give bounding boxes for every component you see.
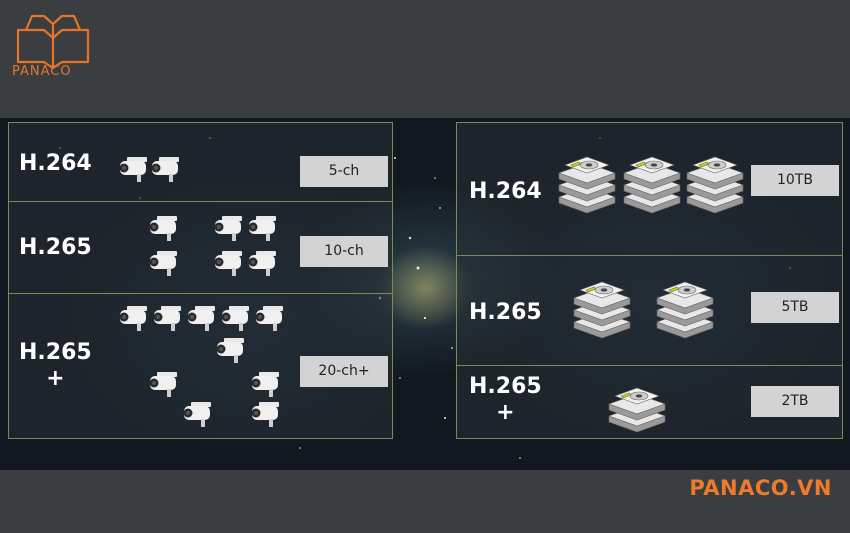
bullet-camera-icon bbox=[183, 402, 211, 427]
storage-panel: H.264 10TB H.265 5TB H.265 + 2TB bbox=[456, 122, 843, 439]
channel-tag: 20-ch+ bbox=[300, 356, 388, 387]
bullet-camera-icon bbox=[119, 157, 147, 182]
hard-disk-stack-icon bbox=[686, 156, 744, 214]
hard-disk-stack-icon bbox=[573, 281, 631, 339]
codec-text: H.265 bbox=[469, 374, 542, 399]
bullet-camera-icon bbox=[248, 216, 276, 241]
right-row-1: H.264 10TB bbox=[457, 123, 842, 255]
codec-label: H.264 bbox=[19, 151, 92, 176]
channel-tag: 10-ch bbox=[300, 236, 388, 267]
comparison-stage: H.264 5-ch H.265 10-ch H.265 + 20-ch+ H.… bbox=[0, 118, 850, 470]
camera-channels-panel: H.264 5-ch H.265 10-ch H.265 + 20-ch+ bbox=[8, 122, 393, 439]
right-row-3: H.265 + 2TB bbox=[457, 365, 842, 439]
logo-text: PANACO bbox=[12, 64, 72, 79]
bullet-camera-icon bbox=[151, 157, 179, 182]
hard-disk-stack-icon bbox=[558, 156, 616, 214]
codec-plus: + bbox=[496, 400, 515, 425]
storage-tag: 2TB bbox=[751, 386, 839, 417]
bullet-camera-icon bbox=[214, 216, 242, 241]
codec-text: H.265 bbox=[19, 340, 92, 365]
bullet-camera-icon bbox=[153, 306, 181, 331]
storage-tag: 5TB bbox=[751, 292, 839, 323]
hard-disk-stack-icon bbox=[623, 156, 681, 214]
bullet-camera-icon bbox=[221, 306, 249, 331]
bullet-camera-icon bbox=[255, 306, 283, 331]
bullet-camera-icon bbox=[149, 372, 177, 397]
storage-tag: 10TB bbox=[751, 165, 839, 196]
left-row-2: H.265 10-ch bbox=[9, 201, 392, 294]
bullet-camera-icon bbox=[187, 306, 215, 331]
hard-disk-stack-icon bbox=[608, 387, 666, 433]
codec-plus: + bbox=[46, 366, 65, 391]
bullet-camera-icon bbox=[214, 251, 242, 276]
bullet-camera-icon bbox=[119, 306, 147, 331]
codec-label: H.265 + bbox=[19, 340, 92, 392]
codec-label: H.265 bbox=[469, 300, 542, 325]
left-row-3: H.265 + 20-ch+ bbox=[9, 293, 392, 439]
left-row-1: H.264 5-ch bbox=[9, 123, 392, 201]
codec-label: H.265 bbox=[19, 235, 92, 260]
bullet-camera-icon bbox=[149, 216, 177, 241]
right-row-2: H.265 5TB bbox=[457, 255, 842, 366]
bullet-camera-icon bbox=[251, 372, 279, 397]
bullet-camera-icon bbox=[251, 402, 279, 427]
channel-tag: 5-ch bbox=[300, 156, 388, 187]
bullet-camera-icon bbox=[248, 251, 276, 276]
bullet-camera-icon bbox=[149, 251, 177, 276]
codec-label: H.265 + bbox=[469, 374, 542, 426]
codec-label: H.264 bbox=[469, 179, 542, 204]
bullet-camera-icon bbox=[216, 338, 244, 363]
hard-disk-stack-icon bbox=[656, 281, 714, 339]
footer-brand: PANACO.VN bbox=[689, 476, 832, 500]
